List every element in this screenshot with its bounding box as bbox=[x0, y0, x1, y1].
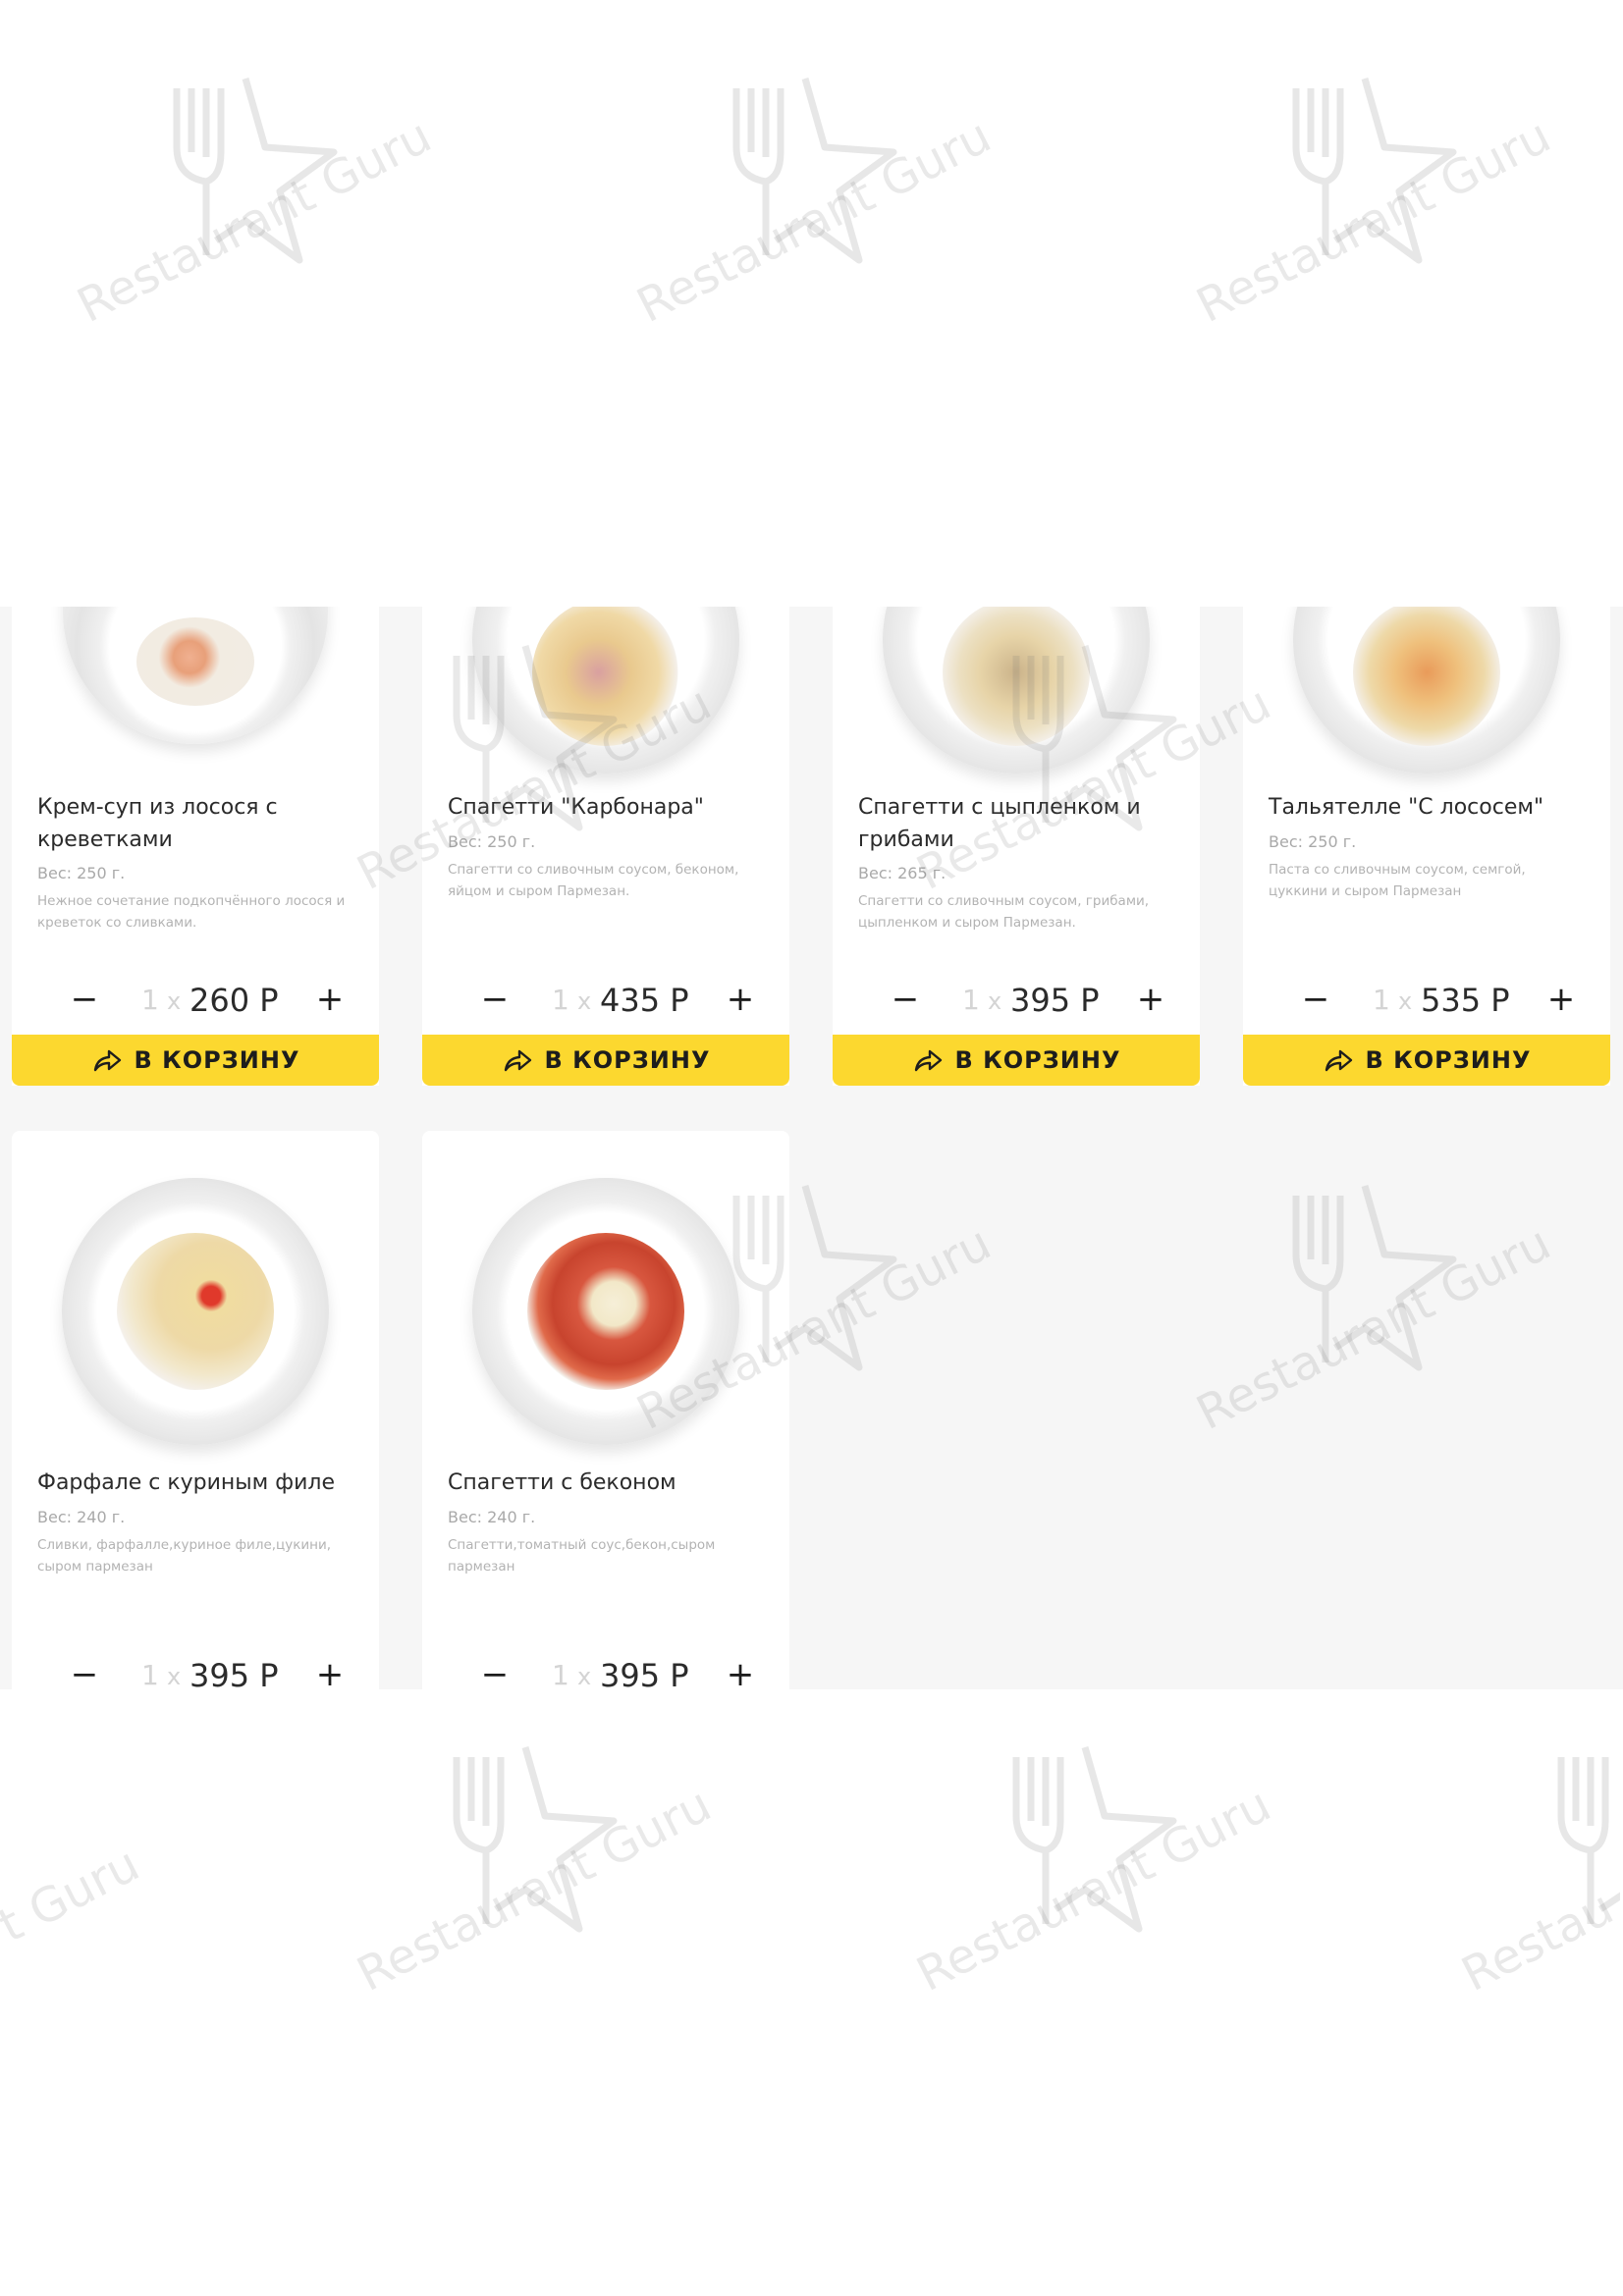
increase-button[interactable]: + bbox=[721, 978, 760, 1021]
product-description: Спагетти со сливочным соусом, беконом, я… bbox=[448, 862, 739, 899]
product-image bbox=[472, 1178, 739, 1445]
add-to-cart-button[interactable]: В КОРЗИНУ bbox=[12, 1035, 379, 1086]
watermark: Restau bbox=[1453, 1737, 1620, 2071]
share-arrow-icon bbox=[504, 1049, 531, 1072]
product-description: Спагетти со сливочным соусом, грибами, ц… bbox=[858, 893, 1150, 931]
watermark: t Guru bbox=[0, 1837, 148, 1953]
quantity-stepper: − 1 x 260 Р + bbox=[12, 978, 379, 1021]
watermark: Restaurant Guru bbox=[628, 69, 1000, 402]
quantity-value: 1 bbox=[962, 984, 980, 1016]
fork-star-icon bbox=[1292, 78, 1457, 264]
product-card: Крем-суп из лосося с креветками Вес: 250… bbox=[12, 607, 379, 1086]
fork-star-icon bbox=[173, 78, 338, 264]
watermark: Restaurant Guru bbox=[1188, 69, 1559, 402]
product-card: Спагетти с беконом Вес: 240 г. Спагетти,… bbox=[422, 1131, 789, 1689]
quantity-value: 1 bbox=[141, 984, 159, 1016]
product-card: Спагетти "Карбонара" Вес: 250 г. Спагетт… bbox=[422, 607, 789, 1086]
times-sign: x bbox=[167, 988, 182, 1015]
times-sign: x bbox=[577, 1663, 592, 1689]
product-card: Фарфале с куриным филе Вес: 240 г. Сливк… bbox=[12, 1131, 379, 1689]
product-weight: Вес: 240 г. bbox=[448, 1508, 536, 1526]
decrease-button[interactable]: − bbox=[1296, 978, 1335, 1021]
product-grid: Крем-суп из лосося с креветками Вес: 250… bbox=[0, 607, 1623, 1689]
product-title: Крем-суп из лосося с креветками bbox=[37, 795, 278, 852]
product-weight: Вес: 250 г. bbox=[448, 832, 536, 851]
quantity-stepper: − 1 x 435 Р + bbox=[422, 978, 789, 1021]
product-price: 260 Р bbox=[189, 982, 279, 1019]
times-sign: x bbox=[1398, 988, 1413, 1015]
decrease-button[interactable]: − bbox=[886, 978, 925, 1021]
add-to-cart-label: В КОРЗИНУ bbox=[954, 1046, 1121, 1074]
product-image bbox=[63, 607, 328, 744]
product-title: Тальятелле "С лососем" bbox=[1269, 795, 1544, 820]
decrease-button[interactable]: − bbox=[65, 978, 104, 1021]
product-image bbox=[1293, 607, 1560, 774]
product-card: Спагетти с цыпленком и грибами Вес: 265 … bbox=[833, 607, 1200, 1086]
add-to-cart-button[interactable]: В КОРЗИНУ bbox=[1243, 1035, 1610, 1086]
decrease-button[interactable]: − bbox=[475, 978, 514, 1021]
product-price: 395 Р bbox=[1010, 982, 1100, 1019]
add-to-cart-label: В КОРЗИНУ bbox=[1365, 1046, 1532, 1074]
times-sign: x bbox=[167, 1663, 182, 1689]
product-weight: Вес: 265 г. bbox=[858, 864, 947, 882]
share-arrow-icon bbox=[93, 1049, 121, 1072]
watermark: Restaurant Guru bbox=[349, 1737, 720, 2071]
add-to-cart-button[interactable]: В КОРЗИНУ bbox=[422, 1035, 789, 1086]
product-price: 395 Р bbox=[189, 1657, 279, 1689]
product-weight: Вес: 250 г. bbox=[1269, 832, 1357, 851]
increase-button[interactable]: + bbox=[310, 1653, 350, 1689]
product-card: Тальятелле "С лососем" Вес: 250 г. Паста… bbox=[1243, 607, 1610, 1086]
decrease-button[interactable]: − bbox=[65, 1653, 104, 1689]
increase-button[interactable]: + bbox=[1542, 978, 1581, 1021]
fork-star-icon bbox=[1557, 1757, 1620, 1924]
times-sign: x bbox=[988, 988, 1002, 1015]
watermark: Restaurant Guru bbox=[908, 1737, 1279, 2071]
quantity-stepper: − 1 x 395 Р + bbox=[833, 978, 1200, 1021]
increase-button[interactable]: + bbox=[310, 978, 350, 1021]
product-title: Спагетти с цыпленком и грибами bbox=[858, 795, 1141, 852]
increase-button[interactable]: + bbox=[1131, 978, 1170, 1021]
product-title: Спагетти "Карбонара" bbox=[448, 795, 704, 820]
product-image bbox=[883, 607, 1150, 774]
product-description: Паста со сливочным соусом, семгой, цукки… bbox=[1269, 862, 1526, 899]
fork-star-icon bbox=[1012, 1746, 1177, 1933]
add-to-cart-button[interactable]: В КОРЗИНУ bbox=[833, 1035, 1200, 1086]
product-description: Спагетти,томатный соус,бекон,сыром парме… bbox=[448, 1537, 716, 1575]
quantity-value: 1 bbox=[141, 1659, 159, 1689]
product-description: Сливки, фарфалле,куриное филе,цукини, сы… bbox=[37, 1537, 332, 1575]
times-sign: x bbox=[577, 988, 592, 1015]
increase-button[interactable]: + bbox=[721, 1653, 760, 1689]
watermark: Restaurant Guru bbox=[69, 69, 440, 402]
quantity-value: 1 bbox=[1373, 984, 1390, 1016]
product-title: Фарфале с куриным филе bbox=[37, 1470, 335, 1495]
quantity-value: 1 bbox=[552, 1659, 569, 1689]
product-price: 395 Р bbox=[600, 1657, 689, 1689]
product-title: Спагетти с беконом bbox=[448, 1470, 676, 1495]
quantity-stepper: − 1 x 535 Р + bbox=[1243, 978, 1610, 1021]
fork-star-icon bbox=[1292, 1185, 1457, 1371]
decrease-button[interactable]: − bbox=[475, 1653, 514, 1689]
quantity-value: 1 bbox=[552, 984, 569, 1016]
quantity-stepper: − 1 x 395 Р + bbox=[422, 1653, 789, 1689]
product-price: 535 Р bbox=[1421, 982, 1510, 1019]
product-image bbox=[472, 607, 739, 774]
quantity-stepper: − 1 x 395 Р + bbox=[12, 1653, 379, 1689]
product-weight: Вес: 250 г. bbox=[37, 864, 126, 882]
add-to-cart-label: В КОРЗИНУ bbox=[544, 1046, 711, 1074]
product-image bbox=[62, 1178, 329, 1445]
add-to-cart-label: В КОРЗИНУ bbox=[134, 1046, 300, 1074]
share-arrow-icon bbox=[1325, 1049, 1352, 1072]
fork-star-icon bbox=[453, 1746, 618, 1933]
product-description: Нежное сочетание подкопчённого лосося и … bbox=[37, 893, 346, 931]
product-price: 435 Р bbox=[600, 982, 689, 1019]
watermark: Restaurant Guru bbox=[1188, 1176, 1559, 1510]
product-weight: Вес: 240 г. bbox=[37, 1508, 126, 1526]
share-arrow-icon bbox=[914, 1049, 942, 1072]
fork-star-icon bbox=[732, 78, 897, 264]
